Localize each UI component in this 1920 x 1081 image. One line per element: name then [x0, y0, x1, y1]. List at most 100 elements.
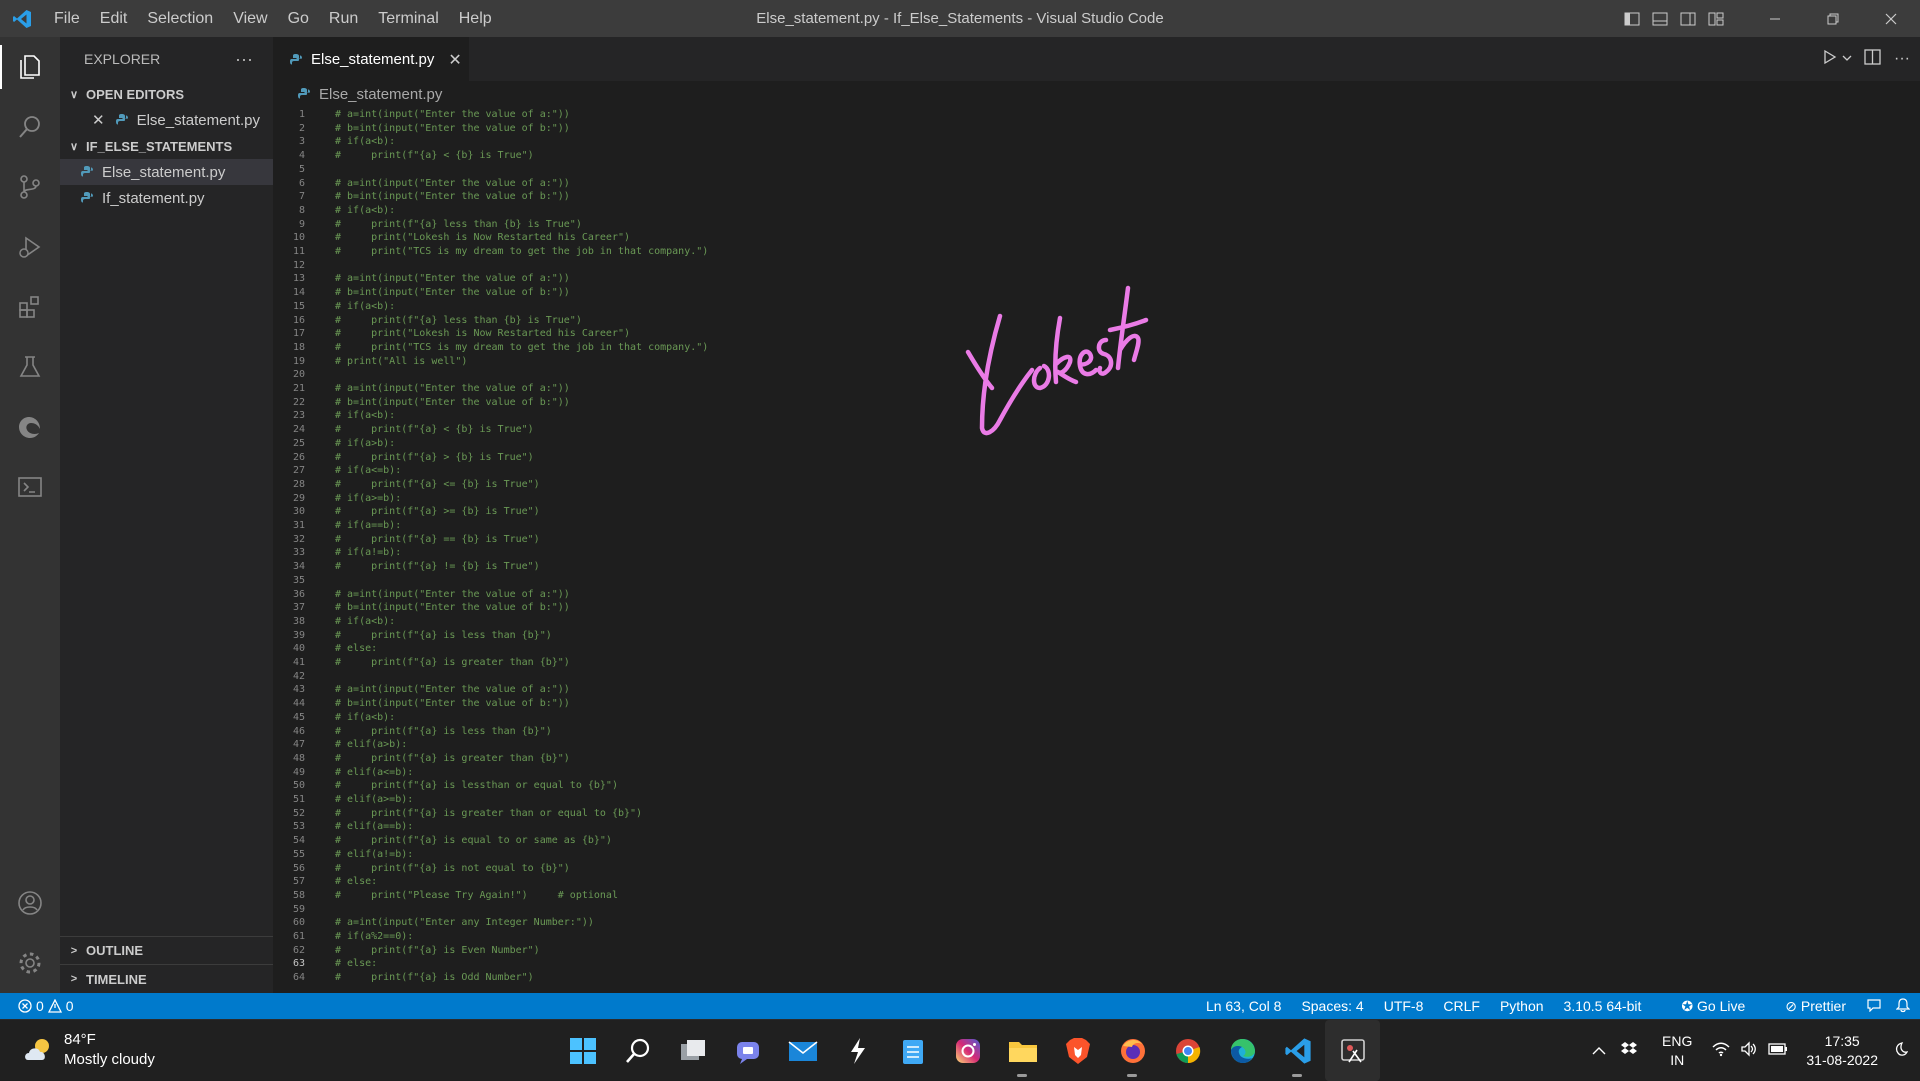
problems-indicator[interactable]: 0 0 [0, 998, 74, 1014]
close-window-icon[interactable] [1862, 0, 1920, 37]
code-text: # a=int(input("Enter the value of a:")) [335, 177, 570, 189]
chevron-up-icon[interactable] [1592, 1043, 1606, 1059]
menu-edit[interactable]: Edit [90, 0, 138, 37]
prettier-button[interactable]: ⊘ Prettier [1765, 998, 1846, 1015]
mail-icon[interactable] [775, 1020, 830, 1081]
run-python-file-icon[interactable] [1822, 49, 1838, 70]
feedback-icon[interactable] [1866, 998, 1882, 1015]
vscode-taskbar-icon[interactable] [1270, 1020, 1325, 1081]
line-number: 30 [292, 506, 305, 518]
accounts-icon[interactable] [0, 873, 60, 933]
minimize-icon[interactable] [1746, 0, 1804, 37]
code-text: # print(f"{a} is greater than {b}") [335, 657, 570, 668]
explorer-icon[interactable] [0, 37, 60, 97]
code-text: # print("Lokesh is Now Restarted his Car… [335, 232, 631, 244]
outline-section[interactable]: > OUTLINE [60, 937, 273, 965]
close-tab-icon[interactable]: ✕ [448, 50, 461, 70]
wifi-icon[interactable] [1712, 1041, 1730, 1060]
search-icon[interactable] [610, 1020, 665, 1081]
code-text: # a=int(input("Enter the value of a:")) [335, 684, 570, 696]
customize-layout-icon[interactable] [1702, 0, 1730, 37]
cursor-position[interactable]: Ln 63, Col 8 [1206, 998, 1282, 1014]
notepad-icon[interactable] [885, 1020, 940, 1081]
start-windows-icon[interactable] [555, 1020, 610, 1081]
encoding[interactable]: UTF-8 [1384, 998, 1424, 1014]
testing-flask-icon[interactable] [0, 337, 60, 397]
menu-file[interactable]: File [44, 0, 90, 37]
restore-icon[interactable] [1804, 0, 1862, 37]
run-and-debug-icon[interactable] [0, 217, 60, 277]
teams-chat-icon[interactable] [720, 1020, 775, 1081]
vscode-logo-icon [0, 0, 44, 37]
clock[interactable]: 17:35 31-08-2022 [1806, 1032, 1878, 1070]
code-text: # b=int(input("Enter the value of b:")) [335, 122, 570, 134]
menu-selection[interactable]: Selection [137, 0, 223, 37]
editor-tab[interactable]: Else_statement.py ✕ [273, 37, 469, 81]
input-language[interactable]: ENG IN [1662, 1032, 1692, 1070]
toggle-primary-sidebar-icon[interactable] [1618, 0, 1646, 37]
weather-widget[interactable]: 84°F Mostly cloudy [22, 1030, 155, 1070]
snipping-tool-icon[interactable] [1325, 1020, 1380, 1081]
toggle-secondary-sidebar-icon[interactable] [1674, 0, 1702, 37]
instagram-icon[interactable] [940, 1020, 995, 1081]
brave-browser-icon[interactable] [1050, 1020, 1105, 1081]
toggle-panel-icon[interactable] [1646, 0, 1674, 37]
more-actions-icon[interactable]: ··· [235, 49, 253, 70]
go-live-button[interactable]: ✪ Go Live [1661, 998, 1745, 1015]
firefox-icon[interactable] [1105, 1020, 1160, 1081]
chrome-icon[interactable] [1160, 1020, 1215, 1081]
file-item[interactable]: If_statement.py [60, 185, 273, 211]
timeline-section[interactable]: > TIMELINE [60, 965, 273, 993]
manage-gear-icon[interactable] [0, 933, 60, 993]
file-explorer-icon[interactable] [995, 1020, 1050, 1081]
open-editor-item[interactable]: ✕ Else_statement.py [60, 107, 273, 133]
region-code: IN [1670, 1051, 1685, 1068]
task-view-icon[interactable] [665, 1020, 720, 1081]
terminal-icon[interactable] [0, 457, 60, 517]
extensions-icon[interactable] [0, 277, 60, 337]
line-number: 58 [292, 889, 305, 901]
code-text: # if(a!=b): [335, 547, 402, 559]
search-icon[interactable] [0, 97, 60, 157]
edge-devtools-icon[interactable] [0, 397, 60, 457]
menu-terminal[interactable]: Terminal [368, 0, 448, 37]
menu-help[interactable]: Help [449, 0, 502, 37]
breadcrumb[interactable]: Else_statement.py [273, 81, 1920, 107]
dropbox-icon[interactable] [1620, 1041, 1638, 1060]
line-number: 56 [292, 862, 305, 874]
split-editor-icon[interactable] [1864, 48, 1882, 70]
volume-icon[interactable] [1740, 1041, 1758, 1060]
error-icon [18, 999, 32, 1013]
line-number: 4 [298, 150, 305, 162]
open-editors-section[interactable]: ∨ OPEN EDITORS [60, 81, 273, 107]
code-text: # print(f"{a} == {b} is True") [335, 533, 540, 545]
end-of-line[interactable]: CRLF [1443, 998, 1480, 1014]
app-bolt-icon[interactable] [830, 1020, 885, 1081]
python-file-icon [81, 192, 93, 203]
code-text: # print("TCS is my dream to get the job … [335, 246, 709, 257]
language-mode[interactable]: Python [1500, 998, 1544, 1014]
indentation[interactable]: Spaces: 4 [1301, 998, 1363, 1014]
source-control-icon[interactable] [0, 157, 60, 217]
line-number: 46 [292, 725, 305, 737]
breadcrumb-file[interactable]: Else_statement.py [319, 86, 442, 103]
code-editor[interactable]: 1 # a=int(input("Enter the value of a:"))… [273, 107, 1920, 993]
notifications-bell-icon[interactable] [1895, 997, 1911, 1016]
line-number: 39 [292, 629, 305, 641]
python-interpreter[interactable]: 3.10.5 64-bit [1564, 998, 1642, 1014]
more-actions-icon[interactable]: ··· [1894, 50, 1910, 68]
folder-section[interactable]: ∨ IF_ELSE_STATEMENTS [60, 133, 273, 159]
menu-run[interactable]: Run [319, 0, 368, 37]
line-number: 23 [292, 410, 305, 422]
line-number: 44 [292, 698, 305, 710]
close-icon[interactable]: ✕ [92, 111, 105, 129]
focus-moon-icon[interactable] [1892, 1041, 1909, 1060]
chevron-right-icon: > [70, 944, 78, 957]
chevron-down-icon[interactable] [1842, 50, 1852, 68]
file-item[interactable]: Else_statement.py [60, 159, 273, 185]
menu-view[interactable]: View [223, 0, 277, 37]
battery-icon[interactable] [1768, 1042, 1788, 1059]
menu-go[interactable]: Go [278, 0, 319, 37]
edge-browser-icon[interactable] [1215, 1020, 1270, 1081]
code-text: # if(a<b): [335, 615, 396, 627]
